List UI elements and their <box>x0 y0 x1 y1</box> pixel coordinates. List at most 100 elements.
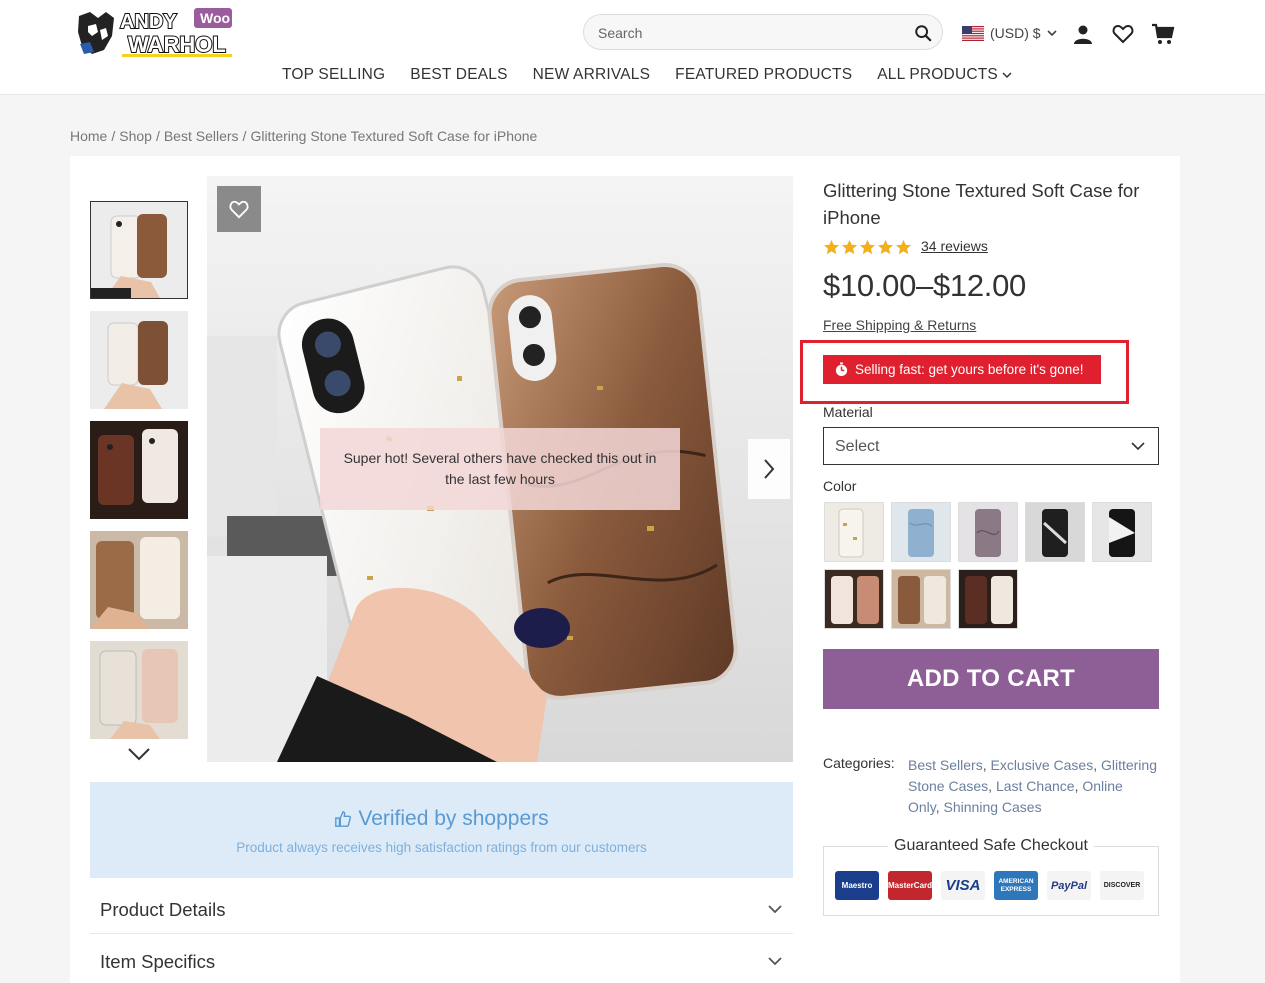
nav-best-deals[interactable]: BEST DEALS <box>410 66 507 84</box>
category-separator: , <box>988 778 996 794</box>
accordion-product-details[interactable]: Product Details <box>90 884 793 934</box>
urgency-text: Selling fast: get yours before it's gone… <box>855 362 1084 377</box>
accordion-label: Product Details <box>100 899 226 920</box>
visa-card-icon: VISA <box>941 871 985 900</box>
color-swatch-purple-gray[interactable] <box>958 502 1018 562</box>
social-proof-text: Super hot! Several others have checked t… <box>343 450 657 487</box>
currency-selector[interactable]: (USD) $ <box>962 22 1057 44</box>
product-title: Glittering Stone Textured Soft Case for … <box>823 180 1140 228</box>
svg-text:Woo: Woo <box>200 10 230 26</box>
site-logo[interactable]: ANDY WARHOL Woo <box>76 6 236 58</box>
chevron-right-icon <box>764 459 775 479</box>
svg-text:ANDY: ANDY <box>120 11 177 33</box>
nav-all-products-label: ALL PRODUCTS <box>877 66 998 83</box>
breadcrumb-separator: / <box>111 128 116 144</box>
urgency-badge: Selling fast: get yours before it's gone… <box>823 355 1101 384</box>
mastercard-card-icon: MasterCard <box>888 871 932 900</box>
category-link-best-sellers[interactable]: Best Sellers <box>908 757 983 773</box>
nav-featured-products[interactable]: FEATURED PRODUCTS <box>675 66 852 84</box>
color-swatch-brown-marble[interactable] <box>891 569 951 629</box>
cart-icon[interactable] <box>1151 22 1175 46</box>
heart-icon[interactable] <box>1111 22 1135 46</box>
material-select[interactable]: Select <box>823 427 1159 465</box>
card-label: MasterCard <box>888 881 933 890</box>
category-separator: , <box>935 799 944 815</box>
chevron-down-icon <box>1046 30 1057 37</box>
thumbs-up-icon <box>335 811 352 827</box>
amex-card-icon: AMERICAN EXPRESS <box>994 871 1038 900</box>
paypal-card-icon: PayPal <box>1047 871 1091 900</box>
breadcrumb: Home / Shop / Best Sellers / Glittering … <box>70 128 537 144</box>
nav-top-selling[interactable]: TOP SELLING <box>282 66 385 84</box>
color-swatch-pink-marble[interactable] <box>824 569 884 629</box>
social-proof-overlay: Super hot! Several others have checked t… <box>320 428 680 510</box>
thumbnail-5[interactable] <box>90 641 188 739</box>
star-icon <box>895 239 912 255</box>
breadcrumb-separator: / <box>242 128 247 144</box>
add-to-wishlist-button[interactable] <box>217 186 261 232</box>
chevron-down-icon <box>768 957 782 966</box>
reviews-link[interactable]: 34 reviews <box>921 238 988 254</box>
category-link-last-chance[interactable]: Last Chance <box>996 778 1075 794</box>
color-swatch-blue[interactable] <box>891 502 951 562</box>
search-bar <box>583 14 943 50</box>
verified-title: Verified by shoppers <box>90 807 793 831</box>
color-swatch-black-white[interactable] <box>1025 502 1085 562</box>
accordion-item-specifics[interactable]: Item Specifics <box>90 936 793 983</box>
safe-checkout-title: Guaranteed Safe Checkout <box>888 837 1094 855</box>
card-label: PayPal <box>1050 879 1088 892</box>
categories-list: Best Sellers, Exclusive Cases, Glitterin… <box>908 755 1158 818</box>
flag-us-icon <box>962 25 984 41</box>
material-label: Material <box>823 404 873 420</box>
thumbnail-3[interactable] <box>90 421 188 519</box>
category-link-shinning-cases[interactable]: Shinning Cases <box>944 799 1042 815</box>
main-nav: TOP SELLING BEST DEALS NEW ARRIVALS FEAT… <box>0 66 1265 90</box>
star-icon <box>877 239 894 255</box>
material-select-value: Select <box>835 438 880 455</box>
add-to-cart-button[interactable]: ADD TO CART <box>823 649 1159 709</box>
star-icon <box>859 239 876 255</box>
categories-label: Categories: <box>823 755 895 771</box>
chevron-down-icon <box>1002 72 1012 79</box>
search-input[interactable] <box>598 23 898 43</box>
stopwatch-icon <box>835 362 848 377</box>
discover-card-icon: DISCOVER <box>1100 871 1144 900</box>
color-swatch-black-marble[interactable] <box>1092 502 1152 562</box>
site-header: ANDY WARHOL Woo (USD) $ TOP SELLING BEST… <box>0 0 1265 95</box>
category-separator: , <box>1093 757 1101 773</box>
user-icon[interactable] <box>1071 22 1095 46</box>
breadcrumb-category[interactable]: Best Sellers <box>164 128 239 144</box>
color-swatch-white-gold[interactable] <box>824 502 884 562</box>
verified-title-text: Verified by shoppers <box>358 807 549 830</box>
svg-text:WARHOL: WARHOL <box>128 32 226 57</box>
search-icon[interactable] <box>914 24 932 42</box>
star-icon <box>823 239 840 255</box>
shipping-returns-link[interactable]: Free Shipping & Returns <box>823 317 976 333</box>
card-label: DISCOVER <box>1103 882 1141 889</box>
star-icon <box>841 239 858 255</box>
chevron-down-icon <box>768 905 782 914</box>
chevron-down-icon <box>1131 442 1145 451</box>
thumbnail-4[interactable] <box>90 531 188 629</box>
breadcrumb-shop[interactable]: Shop <box>119 128 152 144</box>
thumbnail-1[interactable] <box>90 201 188 299</box>
breadcrumb-current: Glittering Stone Textured Soft Case for … <box>250 128 538 144</box>
category-link-exclusive-cases[interactable]: Exclusive Cases <box>990 757 1093 773</box>
nav-all-products[interactable]: ALL PRODUCTS <box>877 66 1012 84</box>
product-price: $10.00–$12.00 <box>823 268 1026 303</box>
breadcrumb-home[interactable]: Home <box>70 128 107 144</box>
thumbnails-scroll-down-icon[interactable] <box>126 745 152 763</box>
maestro-card-icon: Maestro <box>835 871 879 900</box>
heart-icon <box>229 200 249 219</box>
thumbnail-2[interactable] <box>90 311 188 409</box>
verified-banner: Verified by shoppers Product always rece… <box>90 782 793 878</box>
accordion-label: Item Specifics <box>100 951 216 972</box>
nav-new-arrivals[interactable]: NEW ARRIVALS <box>533 66 651 84</box>
color-label: Color <box>823 478 857 494</box>
next-image-button[interactable] <box>748 439 790 499</box>
rating-stars <box>823 239 912 255</box>
currency-label: (USD) $ <box>990 25 1041 41</box>
verified-subtitle: Product always receives high satisfactio… <box>236 840 647 855</box>
card-label: AMERICAN EXPRESS <box>998 877 1034 893</box>
color-swatch-dark-marble[interactable] <box>958 569 1018 629</box>
